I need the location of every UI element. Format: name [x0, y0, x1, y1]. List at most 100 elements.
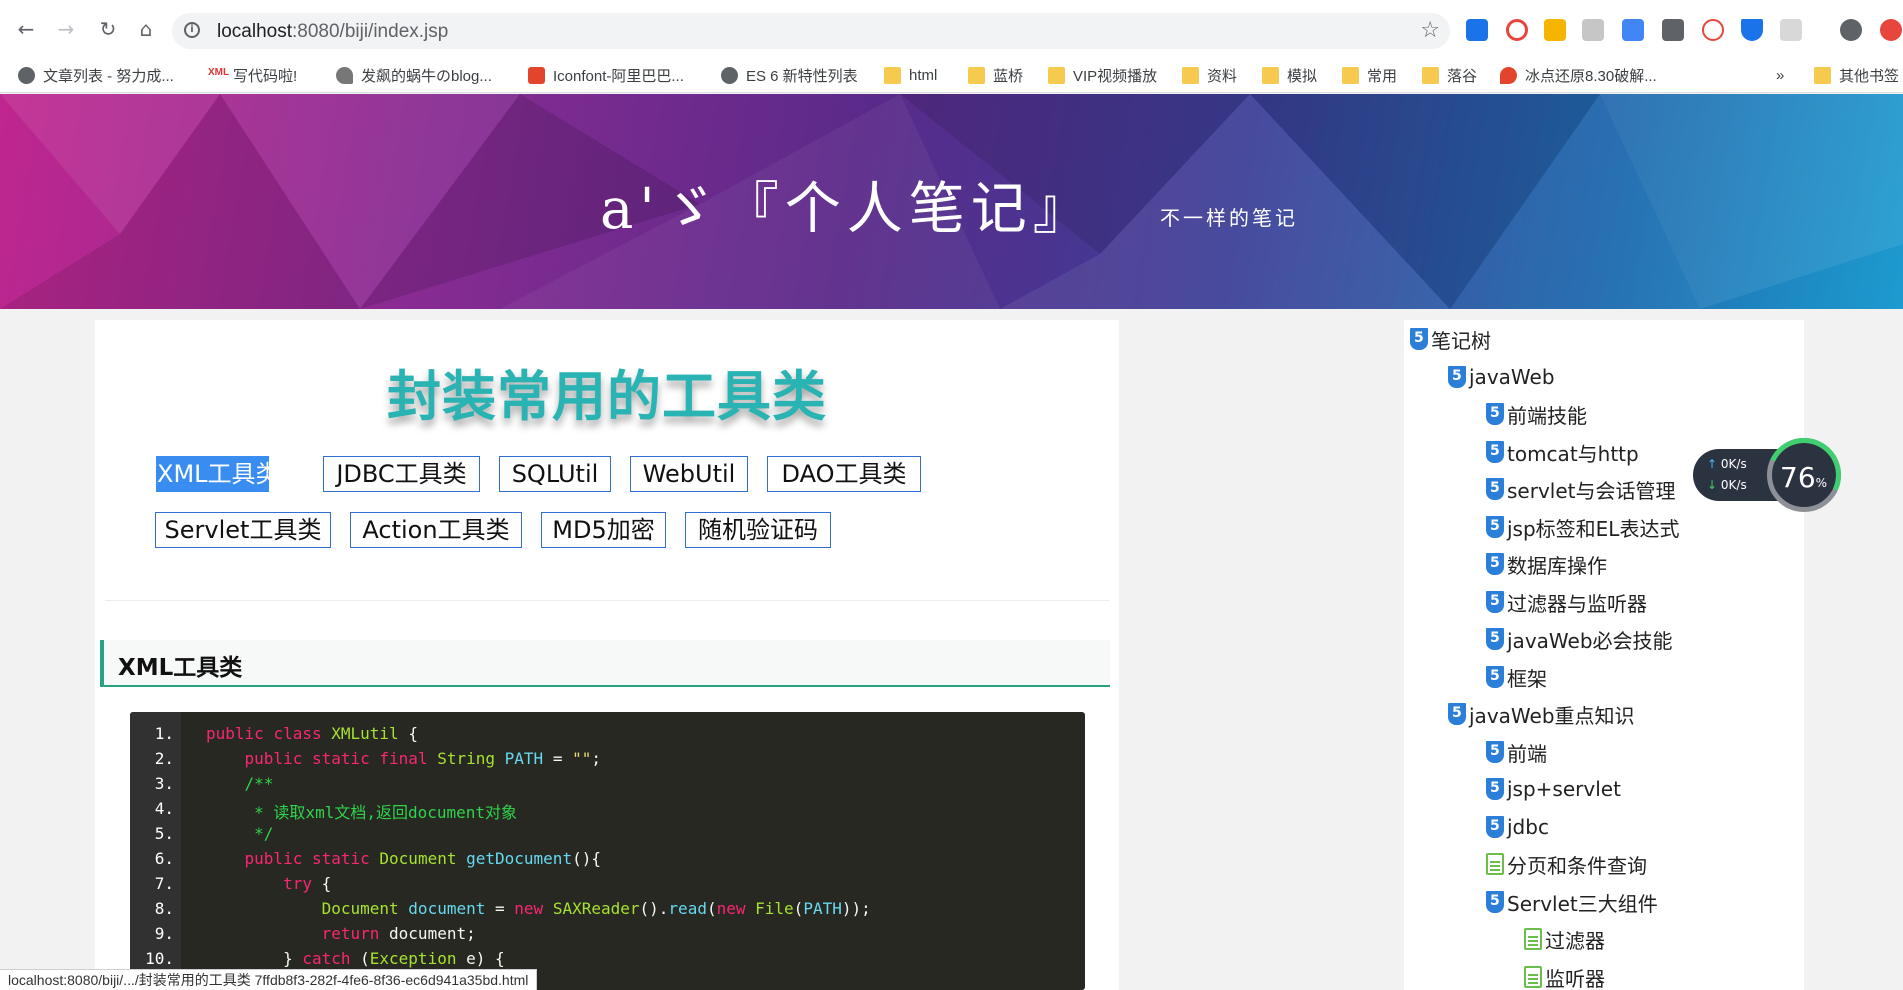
- bookmark-label: 发飙的蜗牛のblog...: [361, 67, 492, 85]
- tag-sqlutil[interactable]: SQLUtil: [499, 456, 611, 492]
- tree-node[interactable]: 前端技能: [1486, 401, 1587, 428]
- tree-node[interactable]: 过滤器: [1524, 926, 1605, 953]
- extension-ghost-icon[interactable]: [1582, 19, 1604, 41]
- tree-node[interactable]: Servlet三大组件: [1486, 889, 1658, 916]
- tree-node[interactable]: 分页和条件查询: [1486, 851, 1647, 878]
- tag-xml[interactable]: XML工具类: [156, 456, 280, 492]
- extension-shield-icon[interactable]: [1466, 19, 1488, 41]
- bookmark-label: 冰点还原8.30破解...: [1525, 67, 1657, 85]
- bookmark-item[interactable]: 资料: [1182, 64, 1237, 86]
- address-bar[interactable]: i localhost:8080/biji/index.jsp ☆: [172, 13, 1450, 49]
- forward-button[interactable]: →: [54, 17, 78, 41]
- bookmarks-overflow-button[interactable]: »: [1776, 64, 1784, 86]
- bookmark-item[interactable]: 落谷: [1422, 64, 1477, 86]
- extension-tag-icon[interactable]: [1780, 19, 1802, 41]
- code-line: */: [244, 824, 274, 843]
- tag-captcha[interactable]: 随机验证码: [685, 512, 831, 548]
- extension-play-icon[interactable]: [1702, 19, 1724, 41]
- code-block: 1. 2. 3. 4. 5. 6. 7. 8. 9. 10. public cl…: [130, 712, 1085, 990]
- tree-node-label: Servlet三大组件: [1507, 891, 1658, 916]
- tag-md5[interactable]: MD5加密: [541, 512, 666, 548]
- bookmark-item[interactable]: 其他书签: [1814, 64, 1899, 86]
- bookmark-label: Iconfont-阿里巴巴...: [553, 67, 684, 85]
- tree-node[interactable]: jdbc: [1486, 814, 1549, 840]
- download-rate: ↓ 0K/s: [1707, 478, 1747, 492]
- bookmark-item[interactable]: ES 6 新特性列表: [721, 64, 858, 86]
- bookmarks-bar: 文章列表 - 努力成... XML 写代码啦! 发飙的蜗牛のblog... Ico…: [0, 58, 1903, 93]
- tree-node-root[interactable]: 笔记树: [1410, 326, 1491, 353]
- html5-icon: [1486, 891, 1504, 913]
- reload-button[interactable]: ↻: [96, 17, 120, 41]
- code-line: public static Document getDocument(){: [244, 849, 601, 868]
- code-line: try {: [283, 874, 332, 893]
- bookmark-item[interactable]: 发飙的蜗牛のblog...: [336, 64, 492, 86]
- bookmark-label: 其他书签: [1839, 67, 1900, 85]
- upload-arrow-icon: ↑: [1707, 457, 1718, 471]
- tree-node[interactable]: tomcat与http: [1486, 439, 1639, 466]
- folder-icon: [1262, 66, 1279, 84]
- extension-v-icon[interactable]: [1741, 19, 1763, 41]
- tree-node[interactable]: javaWeb重点知识: [1448, 701, 1635, 728]
- html5-icon: [1486, 478, 1504, 500]
- extension-download-icon[interactable]: [1662, 19, 1684, 41]
- line-number: 8.: [154, 899, 174, 918]
- tree-node-label: javaWeb必会技能: [1507, 628, 1673, 653]
- home-button[interactable]: ⌂: [134, 17, 158, 41]
- tag-jdbc[interactable]: JDBC工具类: [323, 456, 480, 492]
- article-card: 封装常用的工具类 XML工具类 JDBC工具类 SQLUtil WebUtil …: [95, 320, 1119, 990]
- tag-action[interactable]: Action工具类: [350, 512, 522, 548]
- site-title: a'ゞ『个人笔记』: [600, 177, 1095, 242]
- bookmark-item[interactable]: 模拟: [1262, 64, 1317, 86]
- snail-icon: [336, 66, 353, 84]
- tree-node[interactable]: 数据库操作: [1486, 551, 1607, 578]
- bookmark-star-icon[interactable]: ☆: [1420, 18, 1440, 43]
- code-line: public static final String PATH = "";: [244, 749, 601, 768]
- browser-toolbar: ← → ↻ ⌂ i localhost:8080/biji/index.jsp …: [0, 0, 1903, 58]
- tree-node[interactable]: 过滤器与监听器: [1486, 589, 1647, 616]
- tree-node[interactable]: jsp+servlet: [1486, 776, 1621, 802]
- document-icon: [1524, 928, 1542, 950]
- url-text[interactable]: localhost:8080/biji/index.jsp: [217, 21, 448, 43]
- bookmark-item[interactable]: Iconfont-阿里巴巴...: [528, 64, 684, 86]
- extension-red-icon[interactable]: [1880, 19, 1902, 41]
- bookmark-item[interactable]: XML 写代码啦!: [208, 64, 297, 86]
- code-line: public class XMLutil {: [206, 724, 418, 743]
- profile-avatar-icon[interactable]: [1840, 19, 1862, 41]
- bookmark-item[interactable]: 蓝桥: [968, 64, 1023, 86]
- bookmark-item[interactable]: html: [884, 64, 937, 86]
- tree-node[interactable]: 监听器: [1524, 964, 1605, 990]
- site-subtitle: 不一样的笔记: [1160, 206, 1298, 230]
- tree-node-label: javaWeb: [1469, 365, 1555, 389]
- bookmark-item[interactable]: 文章列表 - 努力成...: [18, 64, 174, 86]
- network-speed-widget[interactable]: ↑ 0K/s ↓ 0K/s 76%: [1693, 427, 1852, 523]
- extension-note-icon[interactable]: [1544, 19, 1566, 41]
- bookmark-item[interactable]: VIP视频播放: [1048, 64, 1157, 86]
- line-number: 4.: [154, 799, 174, 818]
- folder-icon: [1342, 66, 1359, 84]
- tree-node-label: 框架: [1507, 666, 1547, 691]
- header-banner: a'ゞ『个人笔记』 不一样的笔记: [0, 94, 1903, 309]
- download-rate-value: 0K/s: [1720, 478, 1747, 492]
- tree-node[interactable]: javaWeb: [1448, 364, 1555, 390]
- bookmark-item[interactable]: 常用: [1342, 64, 1397, 86]
- tree-node[interactable]: jsp标签和EL表达式: [1486, 514, 1679, 541]
- tree-node[interactable]: servlet与会话管理: [1486, 476, 1676, 503]
- site-info-icon[interactable]: i: [184, 22, 200, 38]
- upload-rate: ↑ 0K/s: [1707, 457, 1747, 471]
- tree-node[interactable]: 前端: [1486, 739, 1547, 766]
- tree-node-label: 前端技能: [1507, 403, 1587, 428]
- tag-dao[interactable]: DAO工具类: [767, 456, 921, 492]
- tree-node[interactable]: javaWeb必会技能: [1486, 626, 1673, 653]
- tree-node[interactable]: 框架: [1486, 664, 1547, 691]
- bookmark-label: 常用: [1367, 67, 1398, 85]
- gauge-percent: 76%: [1780, 461, 1827, 494]
- back-button[interactable]: ←: [14, 17, 38, 41]
- bookmark-item[interactable]: 冰点还原8.30破解...: [1500, 64, 1657, 86]
- tag-webutil[interactable]: WebUtil: [630, 456, 748, 492]
- extension-translate-icon[interactable]: [1622, 19, 1644, 41]
- tag-servlet[interactable]: Servlet工具类: [155, 512, 331, 548]
- html5-icon: [1486, 441, 1504, 463]
- code-line: } catch (Exception e) {: [206, 949, 505, 968]
- html5-icon: [1486, 741, 1504, 763]
- extension-infinity-icon[interactable]: [1506, 19, 1528, 41]
